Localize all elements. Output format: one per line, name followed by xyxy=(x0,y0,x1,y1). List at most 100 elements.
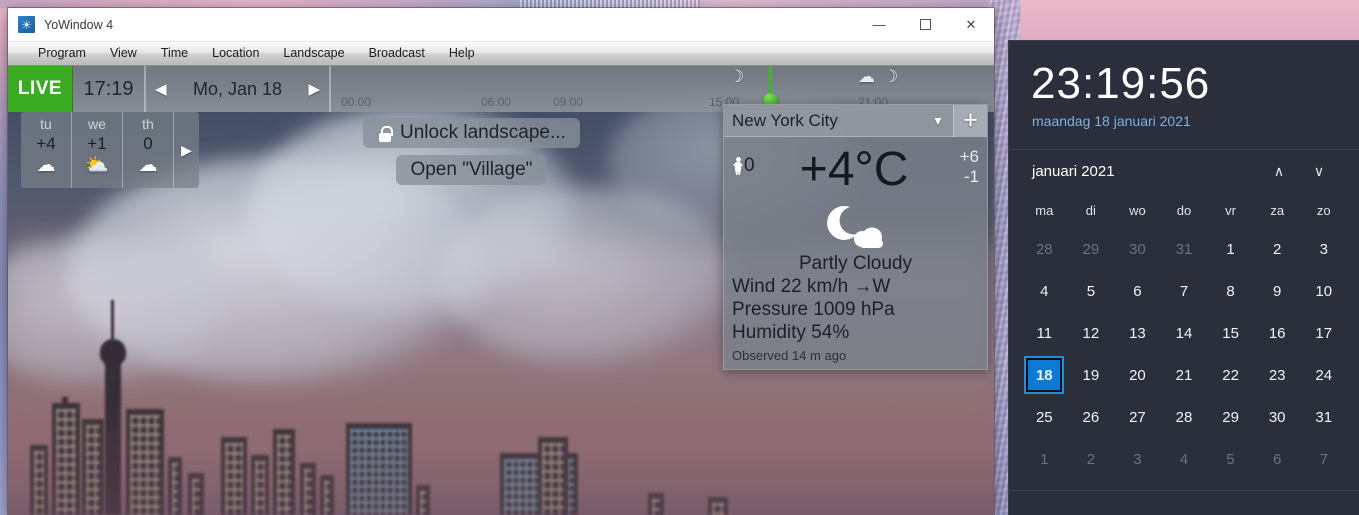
calendar-day-number: 5 xyxy=(1086,282,1096,300)
calendar-day-number: 4 xyxy=(1040,282,1049,300)
calendar-day[interactable]: 23 xyxy=(1254,354,1301,396)
calendar-day[interactable]: 13 xyxy=(1114,312,1161,354)
calendar-day-number: 6 xyxy=(1133,282,1142,300)
menu-item-view[interactable]: View xyxy=(98,42,149,65)
calendar-day-number: 20 xyxy=(1129,366,1146,384)
prev-day-arrow-icon[interactable]: ◀ xyxy=(155,80,167,98)
add-location-button[interactable]: + xyxy=(953,104,987,137)
calendar-day[interactable]: 8 xyxy=(1207,270,1254,312)
high-temperature: +6 xyxy=(959,147,979,166)
calendar-day[interactable]: 11 xyxy=(1021,312,1068,354)
menu-item-location[interactable]: Location xyxy=(200,42,271,65)
calendar-week-row: 28 29 30 31 1 2 3 xyxy=(1021,228,1347,270)
moon-cloud-icon xyxy=(732,203,979,251)
forecast-day-temp: +1 xyxy=(87,134,107,153)
menu-item-program[interactable]: Program xyxy=(26,42,98,65)
system-clock: 23:19:56 xyxy=(1031,59,1211,108)
calendar-day[interactable]: 4 xyxy=(1021,270,1068,312)
unlock-landscape-button[interactable]: Unlock landscape... xyxy=(363,118,580,148)
current-date-label: Mo, Jan 18 xyxy=(192,78,283,99)
calendar-day[interactable]: 14 xyxy=(1161,312,1208,354)
calendar-day[interactable]: 27 xyxy=(1114,396,1161,438)
calendar-week-row: 18 19 20 21 22 23 24 xyxy=(1021,354,1347,396)
calendar-day[interactable]: 12 xyxy=(1068,312,1115,354)
calendar-day[interactable]: 6 xyxy=(1254,438,1301,480)
calendar-day[interactable]: 3 xyxy=(1114,438,1161,480)
calendar-day[interactable]: 3 xyxy=(1300,228,1347,270)
calendar-day-number: 28 xyxy=(1175,408,1193,426)
calendar-day[interactable]: 21 xyxy=(1161,354,1208,396)
open-village-button[interactable]: Open "Village" xyxy=(396,155,547,185)
calendar-day[interactable]: 30 xyxy=(1114,228,1161,270)
calendar-day[interactable]: 7 xyxy=(1161,270,1208,312)
feels-like-group: 0 xyxy=(732,141,755,177)
maximize-button[interactable] xyxy=(902,8,948,42)
menu-item-time[interactable]: Time xyxy=(149,42,200,65)
calendar-day[interactable]: 2 xyxy=(1068,438,1115,480)
calendar-day[interactable]: 30 xyxy=(1254,396,1301,438)
calendar-day[interactable]: 28 xyxy=(1161,396,1208,438)
calendar-day[interactable]: 1 xyxy=(1207,228,1254,270)
calendar-day[interactable]: 5 xyxy=(1068,270,1115,312)
calendar-day-number: 2 xyxy=(1273,240,1282,258)
menu-item-broadcast[interactable]: Broadcast xyxy=(357,42,437,65)
calendar-day-selected[interactable]: 18 xyxy=(1021,354,1068,396)
calendar-day[interactable]: 4 xyxy=(1161,438,1208,480)
calendar-weekday-zo: zo xyxy=(1316,202,1331,218)
menu-item-help[interactable]: Help xyxy=(437,42,487,65)
calendar-day-number: 27 xyxy=(1129,408,1146,426)
calendar-day[interactable]: 9 xyxy=(1254,270,1301,312)
calendar-day-number: 22 xyxy=(1222,366,1239,384)
calendar-day[interactable]: 31 xyxy=(1161,228,1208,270)
calendar-day[interactable]: 29 xyxy=(1207,396,1254,438)
calendar-day[interactable]: 26 xyxy=(1068,396,1115,438)
calendar-day[interactable]: 22 xyxy=(1207,354,1254,396)
calendar-day-number: 12 xyxy=(1082,324,1100,342)
calendar-day[interactable]: 2 xyxy=(1254,228,1301,270)
forecast-day-tile-th[interactable]: th 0 ☁ xyxy=(123,112,174,188)
forecast-day-strip: tu +4 ☁ we +1 ⛅ th 0 ☁ ▶ xyxy=(21,112,199,188)
calendar-day[interactable]: 6 xyxy=(1114,270,1161,312)
humidity-info: Humidity 54% xyxy=(732,322,850,343)
calendar-day[interactable]: 7 xyxy=(1300,438,1347,480)
scene-fog xyxy=(8,385,994,515)
calendar-weekday-vr: vr xyxy=(1225,202,1237,218)
feels-like-value: 0 xyxy=(744,155,755,176)
forecast-day-weather-icon: ⛅ xyxy=(85,155,109,176)
calendar-day[interactable]: 31 xyxy=(1300,396,1347,438)
calendar-day[interactable]: 10 xyxy=(1300,270,1347,312)
calendar-day[interactable]: 25 xyxy=(1021,396,1068,438)
calendar-weekday-do: do xyxy=(1176,202,1192,218)
menu-item-landscape[interactable]: Landscape xyxy=(271,42,356,65)
calendar-month-label[interactable]: januari 2021 xyxy=(1032,163,1259,180)
live-button[interactable]: LIVE xyxy=(8,66,73,112)
calendar-day[interactable]: 16 xyxy=(1254,312,1301,354)
chevron-down-icon[interactable]: ∨ xyxy=(1299,163,1339,180)
chevron-down-icon[interactable]: ▼ xyxy=(923,114,953,128)
chevron-up-icon[interactable]: ∧ xyxy=(1259,163,1299,180)
calendar-day-number: 19 xyxy=(1082,366,1100,384)
calendar-day[interactable]: 28 xyxy=(1021,228,1068,270)
forecast-next-arrow-icon[interactable]: ▶ xyxy=(174,112,199,188)
calendar-day[interactable]: 5 xyxy=(1207,438,1254,480)
forecast-day-tile-we[interactable]: we +1 ⛅ xyxy=(72,112,123,188)
calendar-weekday-ma: ma xyxy=(1035,202,1054,218)
calendar-day[interactable]: 15 xyxy=(1207,312,1254,354)
calendar-day[interactable]: 24 xyxy=(1300,354,1347,396)
calendar-day[interactable]: 20 xyxy=(1114,354,1161,396)
forecast-day-weather-icon: ☁ xyxy=(36,155,56,176)
next-day-arrow-icon[interactable]: ▶ xyxy=(308,80,320,98)
forecast-day-temp: +4 xyxy=(36,134,56,153)
calendar-day[interactable]: 29 xyxy=(1068,228,1115,270)
timeline-clock: 17:19 xyxy=(73,66,146,112)
close-button[interactable]: ✕ xyxy=(948,8,994,42)
minimize-button[interactable]: — xyxy=(856,8,902,42)
forecast-day-tile-tu[interactable]: tu +4 ☁ xyxy=(21,112,72,188)
calendar-day[interactable]: 19 xyxy=(1068,354,1115,396)
city-name-label[interactable]: New York City xyxy=(724,111,923,131)
forecast-day-name: tu xyxy=(40,116,52,132)
calendar-day[interactable]: 1 xyxy=(1021,438,1068,480)
system-date[interactable]: maandag 18 januari 2021 xyxy=(1009,109,1359,129)
calendar-day[interactable]: 17 xyxy=(1300,312,1347,354)
timeline-weather-icon: ☁ xyxy=(858,67,875,86)
